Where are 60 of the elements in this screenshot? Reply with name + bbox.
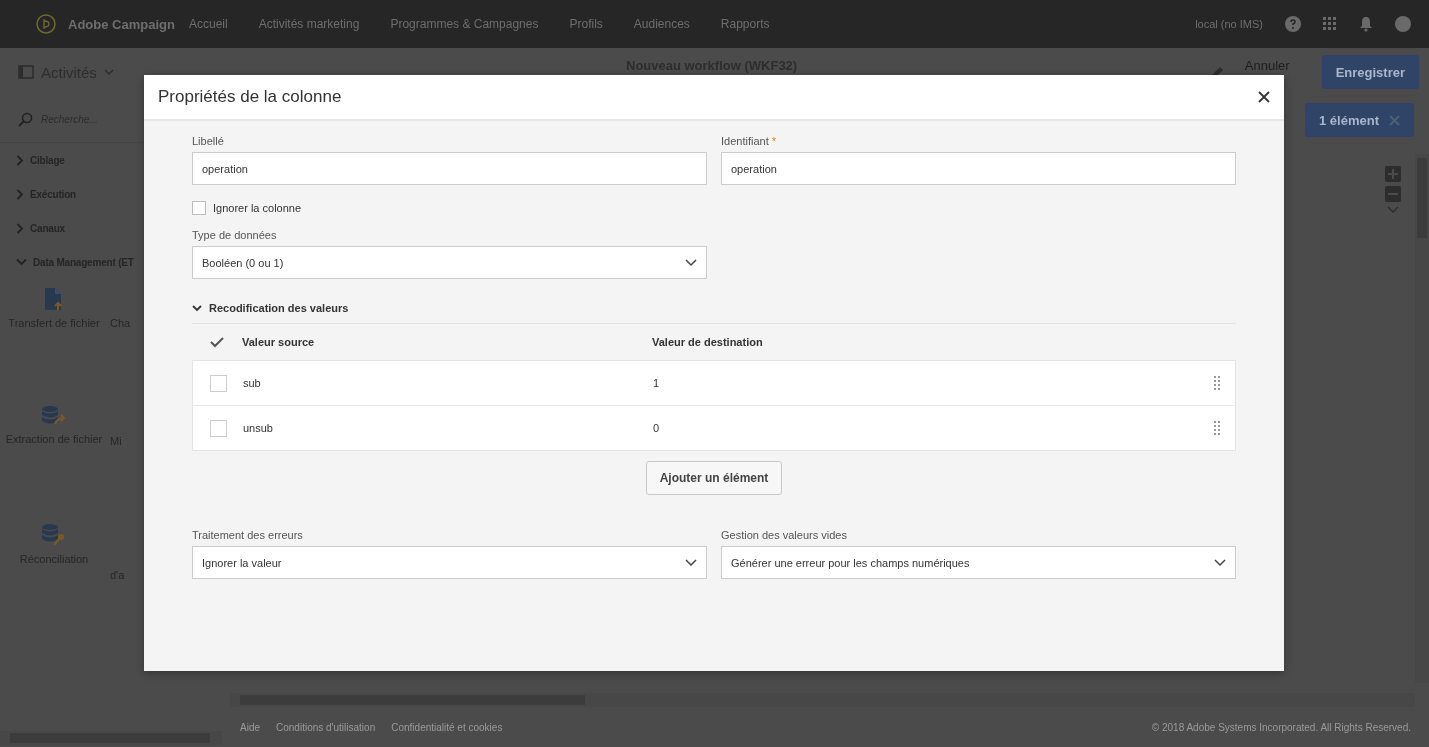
database-arrow-icon[interactable] [41, 405, 67, 427]
brand-name: Adobe Campaign [68, 16, 175, 32]
panel-icon[interactable] [18, 65, 34, 79]
row-checkbox[interactable] [209, 419, 227, 437]
logo-icon [36, 14, 56, 34]
drag-handle-icon[interactable] [1213, 420, 1221, 436]
chevron-down-icon[interactable] [192, 303, 202, 313]
search-icon [18, 111, 33, 127]
checkbox[interactable] [192, 201, 206, 215]
field-label: Libellé [192, 135, 225, 147]
add-item-button[interactable]: Ajouter un élément [645, 461, 783, 495]
dropdown[interactable]: Générer une erreur pour les champs numériques [721, 546, 1236, 579]
bell-icon[interactable] [1359, 16, 1373, 32]
nav-link[interactable]: Profils [569, 17, 603, 31]
field-label: Identifiant * [721, 135, 777, 147]
row-checkbox[interactable] [209, 374, 227, 392]
apps-grid-icon[interactable] [1323, 17, 1337, 31]
dialog-title: Propriétés de la colonne [158, 87, 342, 107]
table-cell-text: sub [243, 377, 262, 389]
file-upload-icon[interactable] [44, 287, 64, 311]
nav-link[interactable]: Activités marketing [258, 17, 360, 31]
help-icon[interactable] [1285, 16, 1301, 32]
chevron-down-icon [685, 558, 697, 567]
section-title[interactable]: Recodification des valeurs [209, 302, 349, 314]
chevron-down-icon [1214, 558, 1226, 567]
column-header: Valeur source [242, 336, 316, 348]
chevron-right-icon[interactable] [16, 188, 24, 200]
footer-link[interactable]: Conditions d'utilisation [276, 721, 376, 733]
checkbox-label[interactable]: Ignorer la colonne [213, 202, 302, 214]
selection-button[interactable]: 1 élément [1305, 103, 1414, 137]
table-cell-text: 1 [653, 377, 661, 389]
zoom-out-icon[interactable] [1385, 186, 1401, 202]
chevron-right-icon[interactable] [16, 222, 24, 234]
database-key-icon[interactable] [41, 523, 67, 547]
field-label: Gestion des valeurs vides [721, 529, 848, 541]
copyright-text: © 2018 Adobe Systems Incorporated. All Rights Reserved. [1151, 721, 1411, 733]
table-cell-text: unsub [243, 422, 274, 434]
chevron-down-icon [685, 258, 697, 267]
nav-link[interactable]: Rapports [720, 17, 770, 31]
field-label: Traitement des erreurs [192, 529, 304, 541]
footer-link[interactable]: Aide [240, 721, 260, 733]
dropdown[interactable]: Ignorer la valeur [192, 546, 707, 579]
instance-label: local (no IMS) [1195, 18, 1263, 30]
drag-handle-icon[interactable] [1213, 375, 1221, 391]
close-icon[interactable] [1258, 91, 1270, 103]
chevron-right-icon[interactable] [16, 154, 24, 166]
text-input[interactable]: operation [721, 152, 1236, 185]
avatar[interactable] [1395, 16, 1411, 32]
data-type-dropdown[interactable]: Booléen (0 ou 1) [192, 246, 707, 279]
table-cell-text: 0 [653, 422, 661, 434]
save-button[interactable]: Enregistrer [1321, 55, 1419, 89]
nav-link[interactable]: Programmes & Campagnes [390, 17, 539, 31]
nav-link[interactable]: Accueil [189, 17, 228, 31]
column-header: Valeur de destination [652, 336, 764, 348]
checkmark-icon[interactable] [210, 336, 224, 348]
footer-link[interactable]: Confidentialité et cookies [391, 721, 503, 733]
field-label: Type de données [192, 229, 278, 241]
zoom-in-icon[interactable] [1385, 166, 1401, 182]
nav-link[interactable]: Audiences [633, 17, 690, 31]
text-input[interactable]: operation [192, 152, 707, 185]
